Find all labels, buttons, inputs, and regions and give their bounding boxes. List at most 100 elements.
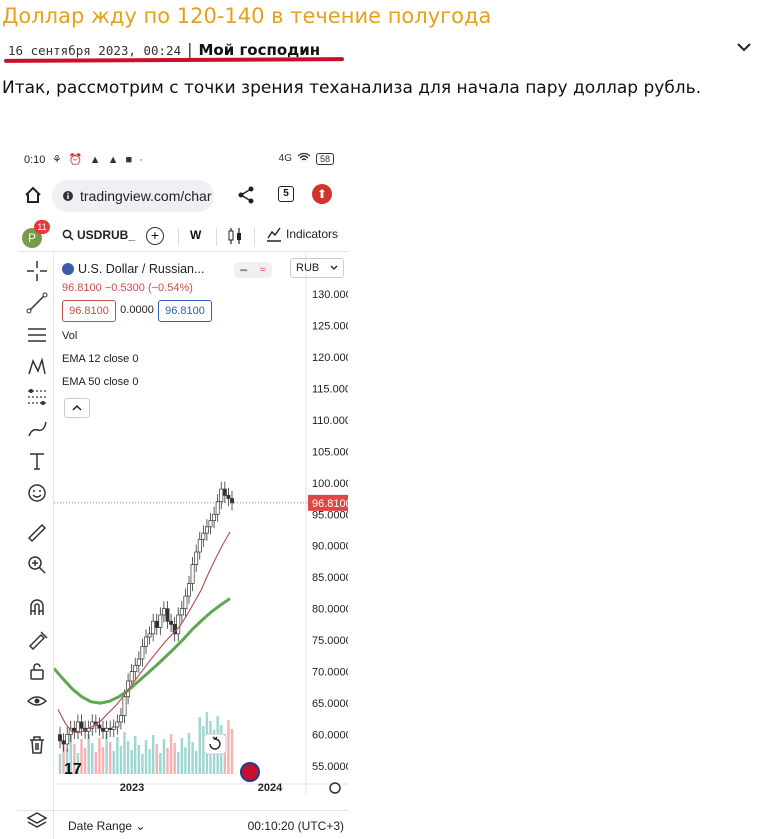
indicator-ema12[interactable]: EMA 12 close 0 — [62, 353, 138, 365]
chevron-down-icon[interactable] — [734, 40, 754, 56]
reset-view-icon — [203, 733, 227, 755]
share-icon[interactable] — [236, 185, 256, 205]
indicators-button[interactable]: Indicators — [266, 226, 338, 242]
candle-body — [230, 498, 234, 504]
candle-body — [104, 727, 109, 732]
candle-body — [190, 564, 195, 584]
crosshair-icon[interactable] — [26, 260, 48, 282]
candle-body — [97, 724, 102, 729]
status-time: 0:10 — [24, 154, 46, 166]
post-title[interactable]: Доллар жду по 120-140 в течение полугода — [2, 4, 491, 28]
tabs-count-button[interactable]: 5 — [278, 186, 294, 202]
price-chart[interactable]: 130.0000 125.0000 120.0000 115.0000 110.0000… — [54, 254, 348, 794]
sell-button[interactable]: 96.8100 — [62, 300, 116, 322]
volume-bar — [87, 734, 90, 774]
post-author[interactable]: Мой господин — [198, 41, 320, 59]
candle-body — [179, 608, 184, 616]
prediction-icon[interactable] — [26, 386, 48, 408]
notification-badge: 11 — [34, 220, 50, 234]
ema12-line — [57, 531, 231, 734]
candle-body — [183, 595, 188, 610]
candle-body — [111, 726, 116, 730]
volume-bar — [119, 746, 123, 774]
candle-body — [75, 721, 80, 732]
text-tool-icon[interactable] — [26, 450, 48, 472]
trend-line-icon[interactable] — [26, 292, 48, 314]
ruler-icon[interactable] — [26, 522, 48, 544]
url-field[interactable]: tradingview.com/char — [52, 180, 214, 212]
post-body-text: Итак, рассмотрим с точки зрения теханали… — [2, 78, 702, 98]
site-info-icon[interactable] — [62, 190, 74, 202]
candle-body — [136, 658, 141, 666]
clock-timezone[interactable]: 00:10:20 (UTC+3) — [248, 819, 344, 833]
visibility-eye-icon[interactable] — [26, 690, 48, 712]
compare-add-icon[interactable]: + — [146, 227, 164, 245]
wave-icon[interactable]: ≈ — [260, 264, 266, 276]
volume-bar — [173, 743, 176, 774]
currency-select[interactable]: RUB — [290, 258, 344, 278]
volume-bar — [116, 737, 119, 774]
trash-icon[interactable] — [26, 734, 48, 756]
volume-bar — [83, 748, 87, 774]
fib-retracement-icon[interactable] — [26, 324, 48, 346]
brush-icon[interactable] — [26, 418, 48, 440]
candle-body — [129, 671, 134, 682]
volume-bar — [194, 751, 198, 774]
buy-button[interactable]: 96.8100 — [158, 300, 212, 322]
price-axis-tick-label: 65.0000 — [312, 698, 348, 710]
price-axis-tick-label: 75.0000 — [312, 635, 348, 647]
symbol-search-button[interactable]: USDRUB_ — [62, 228, 135, 242]
date-range-button[interactable]: Date Range ⌄ — [68, 819, 145, 833]
candle-body — [115, 721, 120, 728]
indicator-volume[interactable]: Vol — [62, 330, 77, 342]
candle-body — [165, 608, 170, 622]
us-flag-icon — [240, 762, 260, 782]
url-text: tradingview.com/char — [80, 188, 212, 204]
candle-body — [215, 501, 220, 515]
battery-icon: 58 — [315, 152, 334, 165]
indicators-label: Indicators — [286, 227, 339, 241]
interval-button[interactable]: W — [190, 228, 201, 242]
zoom-in-icon[interactable] — [26, 554, 48, 576]
price-axis-tick-label: 125.0000 — [312, 320, 348, 332]
price-axis-tick-label: 115.0000 — [312, 383, 348, 395]
candle-body — [158, 614, 163, 628]
update-icon[interactable]: ⬆ — [312, 184, 332, 204]
volume-bar — [126, 741, 130, 774]
chart-pane[interactable]: 130.0000 125.0000 120.0000 115.0000 110.0000… — [54, 254, 348, 794]
volume-bar — [98, 738, 101, 774]
candle-body — [226, 495, 231, 499]
volume-bar — [230, 729, 234, 774]
meta-separator: | — [187, 40, 193, 59]
volume-bar — [94, 752, 98, 774]
candle-body — [187, 583, 191, 597]
home-icon[interactable] — [22, 184, 44, 206]
candlestick-type-icon[interactable] — [228, 226, 242, 246]
price-axis-tick-label: 120.0000 — [312, 352, 348, 364]
price-axis-tick-label: 60.0000 — [312, 730, 348, 742]
browser-bar: tradingview.com/char 5 ⬆ — [18, 176, 348, 218]
volume-bar — [134, 736, 137, 774]
candle-body — [151, 620, 156, 635]
minimize-icon[interactable]: ━ — [240, 264, 247, 277]
collapse-legend-button[interactable] — [64, 398, 90, 418]
magnet-icon[interactable] — [26, 596, 48, 618]
pattern-icon[interactable] — [26, 356, 48, 378]
candle-body — [58, 734, 62, 742]
emoji-icon[interactable] — [26, 482, 48, 504]
legend-controls[interactable]: ━ ≈ — [234, 262, 272, 278]
candle-body — [194, 551, 199, 565]
candle-body — [201, 532, 206, 540]
lock-drawing-icon[interactable] — [26, 628, 48, 651]
volume-bar — [148, 749, 151, 774]
volume-bar — [91, 743, 94, 774]
indicator-ema50[interactable]: EMA 50 close 0 — [62, 376, 138, 388]
volume-bar — [162, 739, 166, 774]
candle-body — [208, 520, 213, 528]
candle-body — [79, 721, 84, 729]
symbol-legend[interactable]: U.S. Dollar / Russian... — [62, 262, 204, 276]
chart-bottom-bar: Date Range ⌄ 00:10:20 (UTC+3) — [18, 810, 348, 839]
volume-bar — [198, 717, 201, 774]
volume-bar — [105, 733, 108, 774]
unlock-icon[interactable] — [26, 660, 48, 682]
